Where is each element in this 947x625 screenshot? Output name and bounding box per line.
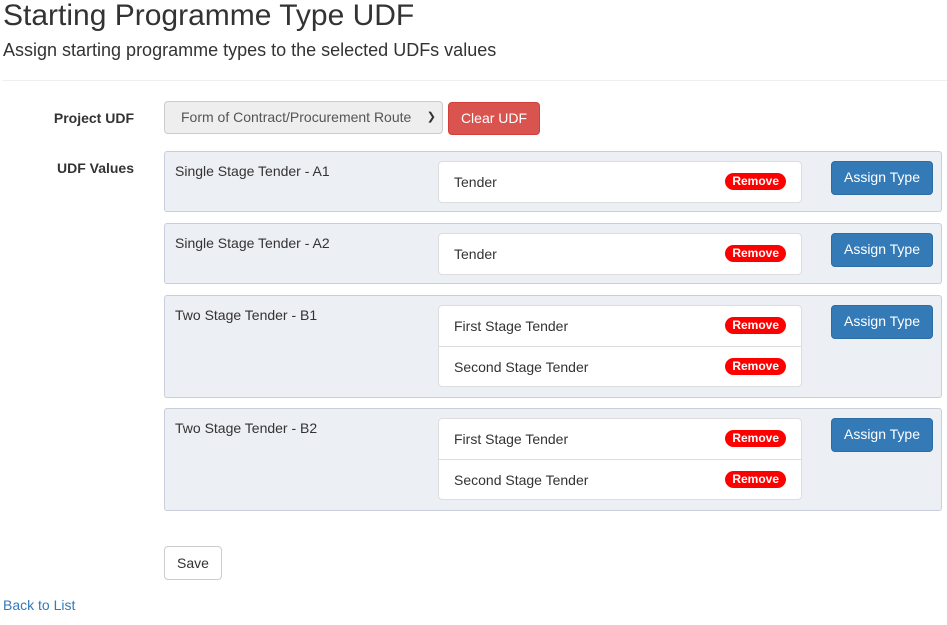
udf-value-name: Two Stage Tender - B1: [175, 307, 318, 323]
project-udf-select[interactable]: Form of Contract/Procurement Route ❯: [164, 101, 443, 134]
clear-udf-button[interactable]: Clear UDF: [448, 102, 540, 135]
assigned-types-list: Tender Remove: [438, 233, 802, 275]
chevron-down-icon: ❯: [426, 111, 436, 123]
udf-value-name: Single Stage Tender - A1: [175, 163, 330, 179]
assigned-type-name: First Stage Tender: [454, 431, 569, 447]
assigned-type-item: Second Stage Tender Remove: [439, 346, 801, 386]
header-divider: [3, 80, 947, 81]
project-udf-label: Project UDF: [53, 110, 134, 126]
assigned-type-name: Second Stage Tender: [454, 472, 589, 488]
back-to-list-link[interactable]: Back to List: [3, 597, 75, 613]
assigned-types-list: Tender Remove: [438, 161, 802, 203]
udf-value-row: Single Stage Tender - A2 Tender Remove A…: [164, 223, 942, 284]
assigned-type-item: First Stage Tender Remove: [439, 306, 801, 346]
assign-type-button[interactable]: Assign Type: [831, 161, 933, 195]
assigned-type-item: First Stage Tender Remove: [439, 419, 801, 459]
remove-type-button[interactable]: Remove: [725, 317, 786, 334]
assigned-types-list: First Stage Tender Remove Second Stage T…: [438, 418, 802, 500]
remove-type-button[interactable]: Remove: [725, 173, 786, 190]
assigned-type-name: Second Stage Tender: [454, 359, 589, 375]
assigned-type-item: Second Stage Tender Remove: [439, 459, 801, 499]
udf-value-name: Single Stage Tender - A2: [175, 235, 330, 251]
remove-type-button[interactable]: Remove: [725, 430, 786, 447]
assigned-type-item: Tender Remove: [439, 234, 801, 274]
assigned-type-name: First Stage Tender: [454, 318, 569, 334]
remove-type-button[interactable]: Remove: [725, 358, 786, 375]
remove-type-button[interactable]: Remove: [725, 245, 786, 262]
assigned-type-item: Tender Remove: [439, 162, 801, 202]
assigned-types-list: First Stage Tender Remove Second Stage T…: [438, 305, 802, 387]
assign-type-button[interactable]: Assign Type: [831, 233, 933, 267]
assigned-type-name: Tender: [454, 246, 497, 262]
page-title: Starting Programme Type UDF: [3, 0, 415, 32]
udf-value-name: Two Stage Tender - B2: [175, 420, 318, 436]
remove-type-button[interactable]: Remove: [725, 471, 786, 488]
page-subtitle: Assign starting programme types to the s…: [3, 40, 497, 60]
udf-value-row: Two Stage Tender - B2 First Stage Tender…: [164, 408, 942, 511]
assign-type-button[interactable]: Assign Type: [831, 305, 933, 339]
assigned-type-name: Tender: [454, 174, 497, 190]
udf-values-label: UDF Values: [56, 160, 134, 176]
project-udf-selected-value: Form of Contract/Procurement Route: [181, 109, 412, 125]
udf-value-row: Single Stage Tender - A1 Tender Remove A…: [164, 151, 942, 212]
save-button[interactable]: Save: [164, 546, 222, 580]
udf-value-row: Two Stage Tender - B1 First Stage Tender…: [164, 295, 942, 398]
assign-type-button[interactable]: Assign Type: [831, 418, 933, 452]
